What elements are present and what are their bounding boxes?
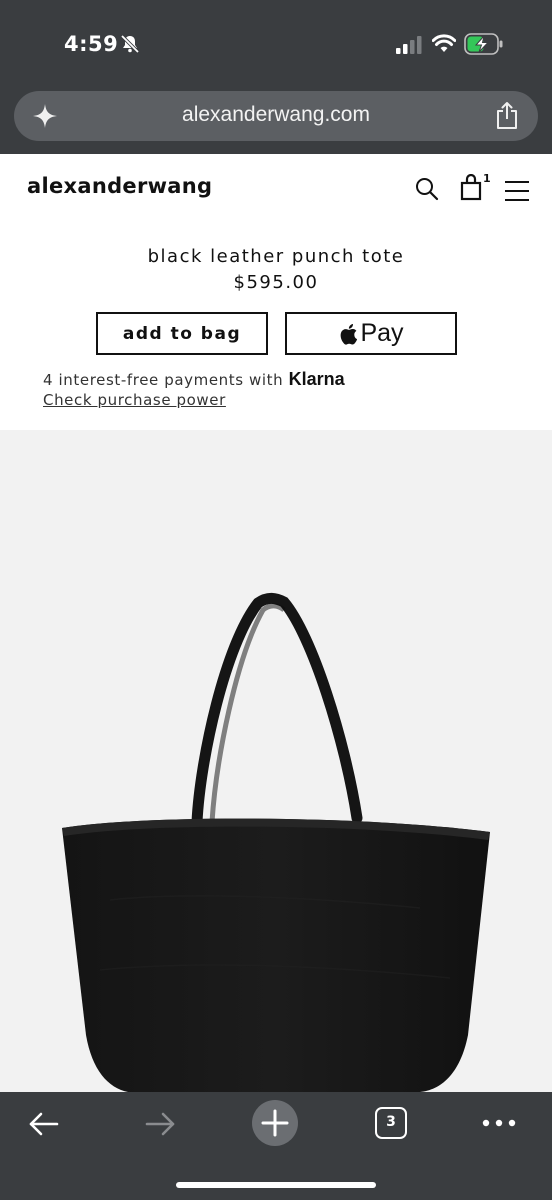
tabs-button[interactable]: 3 bbox=[375, 1107, 407, 1139]
klarna-text: 4 interest-free payments with bbox=[43, 371, 289, 389]
more-icon[interactable] bbox=[481, 1118, 517, 1128]
url-text[interactable]: alexanderwang.com bbox=[14, 103, 538, 127]
search-icon[interactable] bbox=[414, 176, 440, 202]
product-price: $595.00 bbox=[233, 272, 319, 293]
tote-bag-illustration bbox=[62, 592, 490, 1092]
apple-logo-icon bbox=[341, 323, 358, 345]
product-title: black leather punch tote bbox=[147, 246, 405, 267]
browser-bottom-toolbar: 3 bbox=[0, 1092, 552, 1200]
klarna-info: 4 interest-free payments with Klarna bbox=[43, 369, 345, 390]
add-to-bag-button[interactable]: add to bag bbox=[96, 312, 268, 355]
home-indicator bbox=[176, 1182, 376, 1188]
status-time: 4:59 bbox=[64, 32, 119, 56]
cellular-signal-icon bbox=[396, 36, 422, 54]
apple-pay-label: Pay bbox=[360, 319, 404, 347]
bag-count-badge: 1 bbox=[483, 172, 491, 185]
new-tab-button[interactable] bbox=[252, 1100, 298, 1146]
check-purchase-power-link[interactable]: Check purchase power bbox=[43, 391, 226, 409]
plus-icon bbox=[261, 1109, 289, 1137]
bell-slash-icon bbox=[120, 34, 140, 54]
site-logo[interactable]: alexanderwang bbox=[27, 174, 212, 198]
apple-pay-button[interactable]: Pay bbox=[285, 312, 457, 355]
klarna-logo: Klarna bbox=[288, 369, 345, 389]
site-header: alexanderwang 1 bbox=[0, 154, 552, 226]
battery-charging-icon bbox=[464, 33, 503, 55]
back-arrow-icon[interactable] bbox=[28, 1110, 60, 1138]
add-to-bag-label: add to bag bbox=[122, 323, 242, 344]
wifi-icon bbox=[432, 34, 456, 52]
browser-top-chrome: 4:59 alexanderwang.com bbox=[0, 0, 552, 154]
hamburger-menu-icon[interactable] bbox=[505, 180, 529, 202]
share-icon[interactable] bbox=[494, 101, 520, 131]
product-image[interactable] bbox=[0, 430, 552, 1092]
forward-arrow-icon[interactable] bbox=[144, 1110, 176, 1138]
address-bar[interactable]: alexanderwang.com bbox=[14, 91, 538, 141]
